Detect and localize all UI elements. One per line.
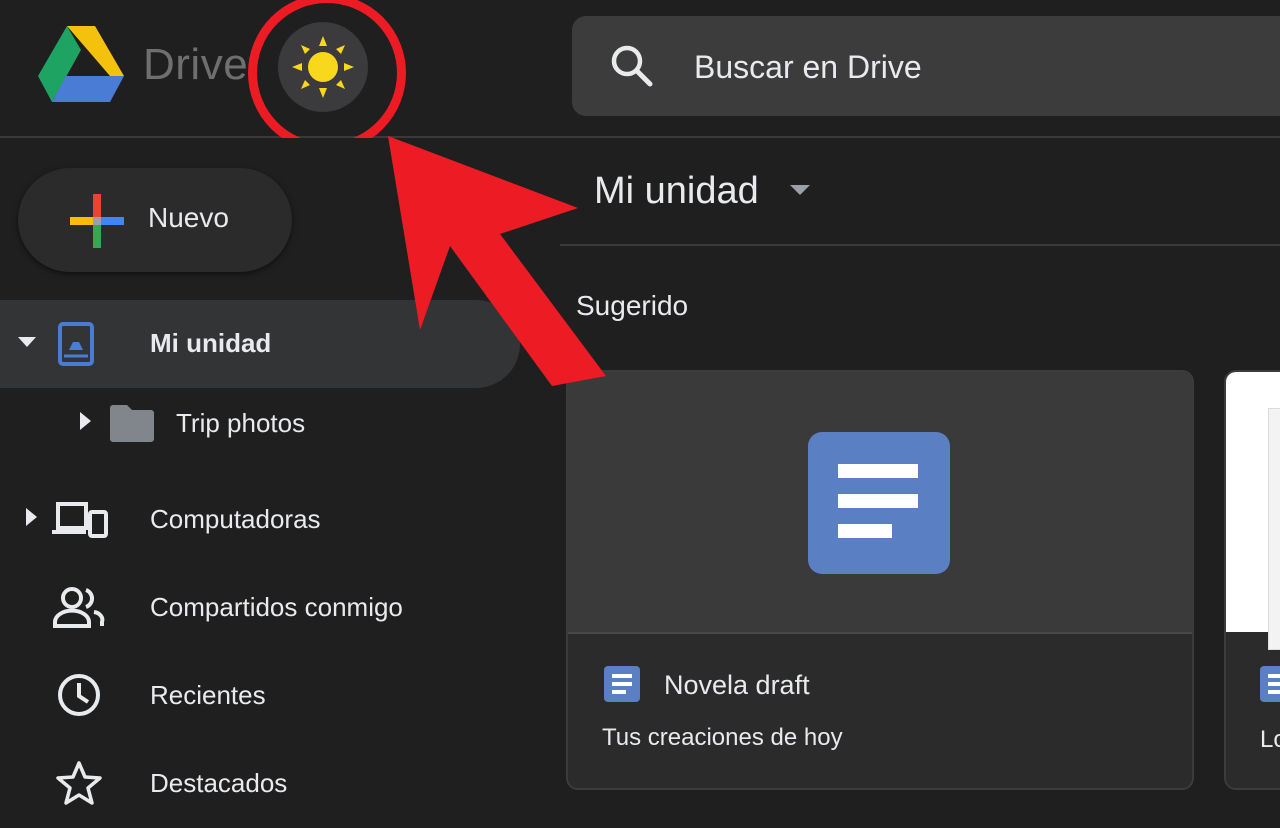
main-header: Mi unidad [560, 138, 1280, 246]
file-subtitle: Tus creaciones de hoy [602, 724, 843, 751]
docs-icon [604, 666, 640, 702]
section-title: Sugerido [576, 290, 689, 321]
shared-icon [53, 587, 105, 628]
caret-down-icon[interactable] [16, 330, 38, 352]
search-bar[interactable] [572, 16, 1280, 116]
plus-icon [70, 194, 124, 248]
sidebar-item-label: Computadoras [150, 504, 321, 534]
sidebar-item-label: Mi unidad [150, 328, 272, 358]
search-icon[interactable] [608, 42, 656, 90]
docs-icon [1260, 666, 1280, 702]
sidebar-item-label: Trip photos [176, 408, 306, 438]
new-button[interactable]: Nuevo [18, 168, 292, 272]
sidebar-item-shared[interactable]: Compartidos conmigo [0, 564, 520, 652]
brand-name: Drive [143, 40, 249, 89]
chevron-down-icon[interactable] [788, 182, 812, 198]
computers-icon [52, 502, 108, 538]
caret-right-icon[interactable] [74, 410, 96, 432]
sun-icon [292, 36, 354, 98]
drive-logo-icon[interactable] [38, 26, 124, 102]
drive-folder-icon [58, 322, 94, 366]
sidebar-item-label: Recientes [150, 680, 266, 710]
file-card[interactable]: Novela draft Tus creaciones de hoy [566, 370, 1194, 790]
main-content: Mi unidad Sugerido Novela draft Tus crea… [560, 138, 1280, 800]
search-input[interactable] [692, 38, 1256, 96]
recent-icon [58, 674, 100, 716]
page-title[interactable]: Mi unidad [594, 170, 759, 213]
sidebar-item-label: Destacados [150, 768, 288, 798]
file-thumbnail[interactable] [568, 372, 1192, 634]
file-thumbnail[interactable] [1226, 372, 1280, 650]
file-name: Novela draft [664, 670, 810, 700]
sidebar-item-trip-photos[interactable]: Trip photos [0, 380, 520, 468]
sidebar-item-computers[interactable]: Computadoras [0, 476, 520, 564]
file-subtitle: Lo [1260, 726, 1280, 753]
caret-right-icon[interactable] [20, 506, 42, 528]
sidebar: Nuevo Mi unidad Trip photos Computadoras… [0, 138, 558, 805]
docs-icon [808, 432, 950, 574]
sidebar-item-recent[interactable]: Recientes [0, 652, 520, 740]
file-info: Novela draft Tus creaciones de hoy [568, 634, 1192, 788]
top-bar: Drive [0, 0, 1280, 138]
star-icon [56, 761, 102, 805]
sidebar-item-starred[interactable]: Destacados [0, 740, 520, 828]
folder-icon [110, 405, 154, 442]
theme-toggle-button[interactable] [278, 22, 368, 112]
sidebar-item-my-drive[interactable]: Mi unidad [0, 300, 520, 388]
new-button-label: Nuevo [148, 202, 229, 233]
file-card[interactable]: Lo [1224, 370, 1280, 790]
sidebar-item-label: Compartidos conmigo [150, 592, 403, 622]
